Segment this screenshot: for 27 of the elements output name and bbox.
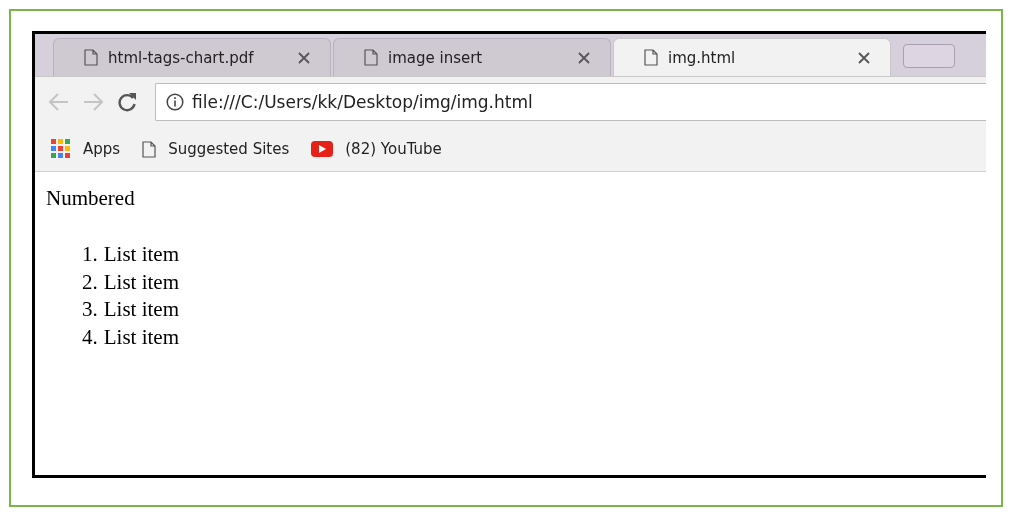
document-icon (364, 49, 378, 66)
list-number: 3. (82, 296, 98, 323)
document-icon (84, 49, 98, 66)
list-item: List item (103, 241, 179, 268)
browser-tab[interactable]: img.html (613, 38, 891, 76)
reload-icon[interactable] (117, 92, 137, 112)
document-icon (142, 140, 157, 158)
browser-tab[interactable]: image insert (333, 38, 611, 76)
play-icon (311, 141, 334, 157)
browser-tab[interactable]: html-tags-chart.pdf (53, 38, 331, 76)
list-number: 4. (82, 323, 98, 351)
list-number: 2. (82, 268, 98, 296)
bookmark[interactable]: Apps (51, 139, 121, 159)
list-item: List item (103, 296, 179, 323)
list-item: List item (103, 268, 179, 296)
document-icon (644, 49, 658, 66)
page-text: Numbered (46, 186, 136, 211)
info-icon (166, 93, 184, 111)
address-field[interactable]: file:///C:/Users/kk/Desktop/img/img.html (155, 83, 986, 121)
list-number: 1. (82, 241, 98, 268)
bookmark[interactable]: Suggested Sites (142, 140, 290, 158)
close-icon[interactable] (298, 51, 310, 64)
close-icon[interactable] (858, 51, 870, 64)
bookmark[interactable]: (82) YouTube (311, 140, 442, 158)
list-item: List item (103, 323, 179, 351)
apps-grid-icon (51, 139, 71, 159)
close-icon[interactable] (578, 51, 590, 64)
